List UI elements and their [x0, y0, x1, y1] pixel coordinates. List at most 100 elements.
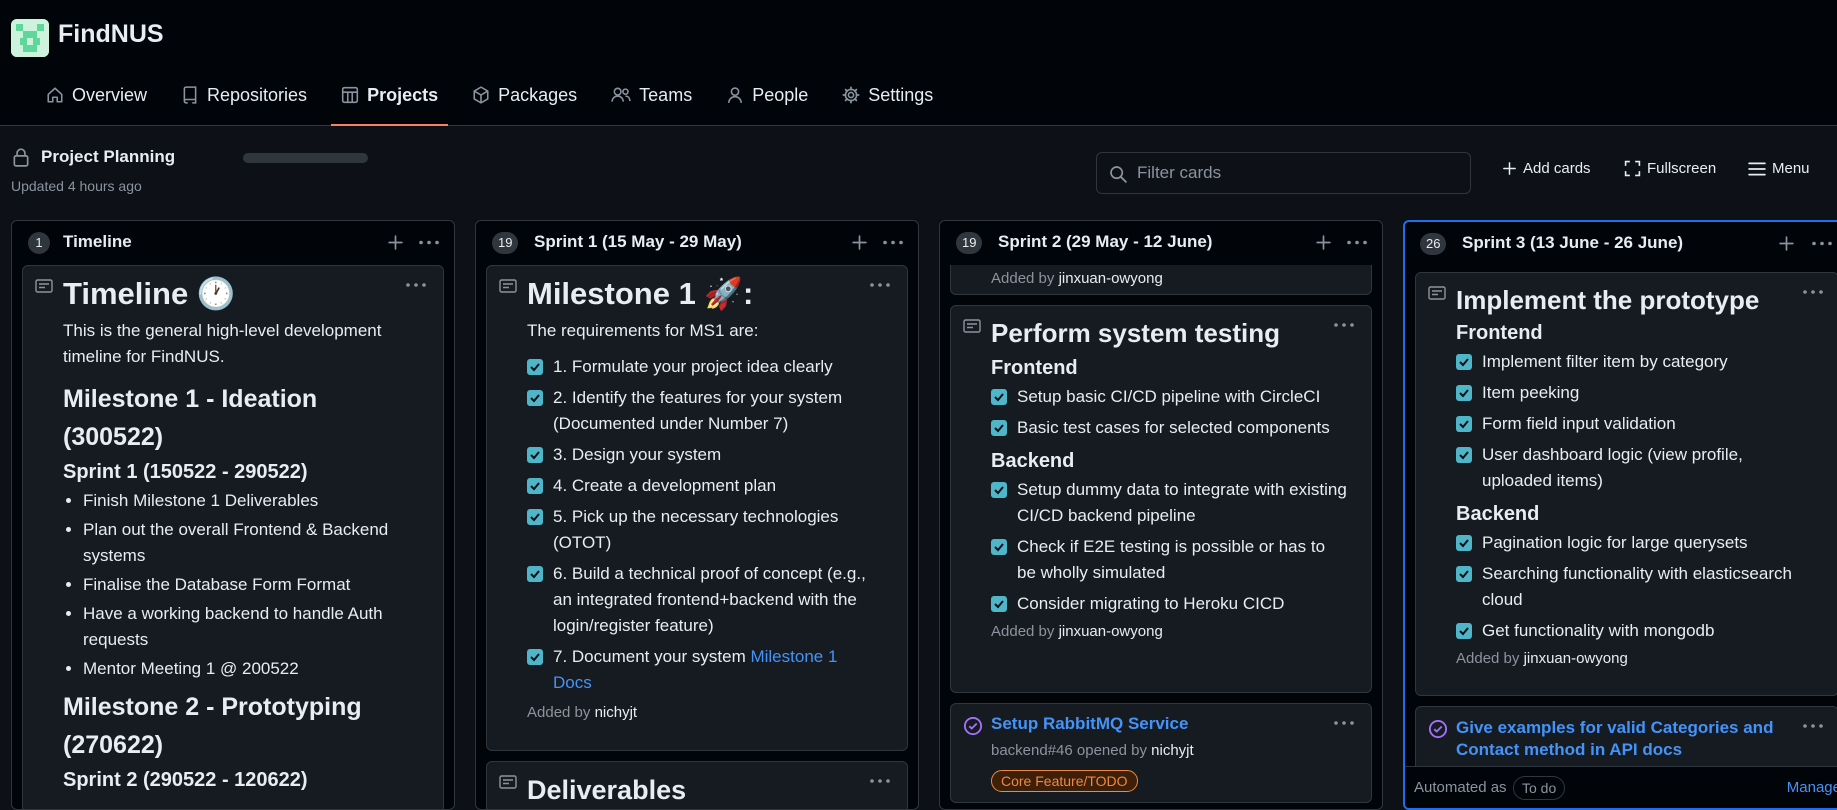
kebab-icon[interactable] — [882, 234, 904, 251]
added-by-user[interactable]: jinxuan-owyong — [1524, 650, 1628, 667]
checkbox[interactable] — [527, 447, 543, 463]
milestone-2-heading: Milestone 2 - Prototyping (270622) — [63, 693, 362, 759]
issue-author[interactable]: nichyjt — [1151, 742, 1194, 759]
kebab-icon[interactable] — [1333, 716, 1355, 730]
kebab-icon[interactable] — [418, 234, 440, 251]
nav-packages[interactable]: Packages — [462, 74, 587, 116]
checklist-item: Consider migrating to Heroku CICD — [991, 591, 1347, 617]
home-icon — [47, 87, 63, 103]
nav-overview[interactable]: Overview — [36, 74, 157, 116]
column-title[interactable]: Sprint 3 (13 June - 26 June) — [1462, 233, 1683, 253]
milestone-1-heading: Milestone 1 - Ideation (300522) — [63, 385, 318, 451]
project-progress-bar — [243, 153, 368, 163]
nav-people-label: People — [752, 84, 809, 105]
column-card-count: 19 — [492, 232, 519, 254]
checklist-item: Setup dummy data to integrate with exist… — [991, 477, 1347, 529]
nav-teams[interactable]: Teams — [601, 74, 702, 116]
checkbox[interactable] — [991, 482, 1007, 498]
checkbox[interactable] — [1456, 535, 1472, 551]
added-by-prefix: Added by — [991, 270, 1059, 287]
plus-icon — [1503, 162, 1516, 175]
org-name[interactable]: FindNUS — [58, 20, 164, 49]
added-by-user[interactable]: jinxuan-owyong — [1059, 270, 1163, 287]
checkbox[interactable] — [991, 596, 1007, 612]
nav-settings[interactable]: Settings — [832, 74, 943, 116]
checkbox[interactable] — [527, 390, 543, 406]
checklist-item-label: 1. Formulate your project idea clearly — [553, 357, 833, 376]
card-heading: Perform system testing — [991, 318, 1280, 348]
checkbox[interactable] — [991, 539, 1007, 555]
list-item: Mentor Meeting 1 @ 200522 — [83, 656, 417, 682]
checkbox[interactable] — [527, 359, 543, 375]
issue-card[interactable]: Give examples for valid Categories and C… — [1415, 706, 1837, 766]
column-title[interactable]: Sprint 2 (29 May - 12 June) — [998, 232, 1212, 252]
note-card[interactable]: Added by jinxuan-owyong — [950, 265, 1372, 295]
note-card[interactable]: Perform system testing Frontend Setup ba… — [950, 305, 1372, 693]
org-header: FindNUS Overview Repositories Projects P… — [0, 0, 1837, 126]
filter-cards-input[interactable] — [1137, 153, 1457, 193]
checkbox[interactable] — [1456, 447, 1472, 463]
issue-title[interactable]: Give examples for valid Categories and C… — [1456, 717, 1788, 761]
kebab-icon[interactable] — [1346, 234, 1368, 251]
checkbox[interactable] — [527, 649, 543, 665]
menu-label: Menu — [1772, 160, 1810, 177]
issue-closed-icon — [1428, 719, 1448, 739]
checkbox[interactable] — [1456, 385, 1472, 401]
note-card[interactable]: Timeline 🕐 This is the general high-leve… — [22, 265, 444, 809]
issue-label[interactable]: Core Feature/TODO — [991, 770, 1138, 792]
card-heading: Deliverables — [527, 775, 687, 805]
filter-cards-box[interactable] — [1096, 152, 1471, 194]
gear-icon — [842, 86, 860, 104]
list-item: Finish Milestone 1 Deliverables — [83, 488, 417, 514]
note-card[interactable]: Milestone 1 🚀: The requirements for MS1 … — [486, 265, 908, 751]
nav-projects-label: Projects — [367, 84, 439, 105]
added-by: Added by nichyjt — [527, 704, 877, 721]
manage-automation-link[interactable]: Manage — [1787, 779, 1837, 796]
checklist-item: Searching functionality with elasticsear… — [1456, 561, 1814, 613]
kebab-icon[interactable] — [1811, 235, 1833, 252]
added-by: Added by jinxuan-owyong — [991, 270, 1163, 287]
org-logo[interactable] — [11, 19, 49, 57]
column-automation-footer: Automated as To do Manage — [1405, 766, 1837, 808]
note-card[interactable]: Deliverables — [486, 761, 908, 809]
added-by-user[interactable]: jinxuan-owyong — [1059, 623, 1163, 640]
note-card[interactable]: Implement the prototype Frontend Impleme… — [1415, 272, 1837, 696]
issue-card[interactable]: Setup RabbitMQ Service backend#46 opened… — [950, 703, 1372, 803]
checkbox[interactable] — [1456, 354, 1472, 370]
project-icon — [341, 86, 359, 104]
nav-projects[interactable]: Projects — [331, 74, 449, 126]
checkbox[interactable] — [527, 509, 543, 525]
project-title[interactable]: Project Planning — [41, 147, 175, 167]
checkbox[interactable] — [991, 389, 1007, 405]
plus-icon[interactable] — [387, 234, 404, 251]
checklist-item-label: User dashboard logic (view profile, uplo… — [1482, 445, 1743, 490]
checkbox[interactable] — [1456, 623, 1472, 639]
checklist-item-label: Basic test cases for selected components — [1017, 418, 1330, 437]
plus-icon[interactable] — [1315, 234, 1332, 251]
checkbox[interactable] — [1456, 566, 1472, 582]
issue-title[interactable]: Setup RabbitMQ Service — [991, 714, 1188, 734]
plus-icon[interactable] — [851, 234, 868, 251]
checklist-item: Implement filter item by category — [1456, 349, 1814, 375]
note-icon — [499, 279, 517, 293]
checkbox[interactable] — [1456, 416, 1472, 432]
column-title[interactable]: Timeline — [63, 232, 132, 252]
checklist-item: Setup basic CI/CD pipeline with CircleCI — [991, 384, 1347, 410]
menu-button[interactable]: Menu — [1748, 160, 1810, 177]
nav-people[interactable]: People — [716, 74, 818, 116]
kebab-icon[interactable] — [1802, 719, 1824, 733]
added-by-user[interactable]: nichyjt — [595, 704, 638, 721]
added-by-prefix: Added by — [991, 623, 1059, 640]
lock-icon — [13, 148, 29, 167]
person-icon — [728, 87, 743, 103]
fullscreen-button[interactable]: Fullscreen — [1624, 160, 1716, 177]
nav-repositories[interactable]: Repositories — [171, 74, 317, 116]
checklist-item: 3. Design your system — [527, 442, 877, 468]
checkbox[interactable] — [527, 478, 543, 494]
column-title[interactable]: Sprint 1 (15 May - 29 May) — [534, 232, 742, 252]
checkbox[interactable] — [527, 566, 543, 582]
checkbox[interactable] — [991, 420, 1007, 436]
add-cards-button[interactable]: Add cards — [1502, 160, 1591, 177]
plus-icon[interactable] — [1778, 235, 1795, 252]
add-cards-label: Add cards — [1523, 160, 1591, 177]
